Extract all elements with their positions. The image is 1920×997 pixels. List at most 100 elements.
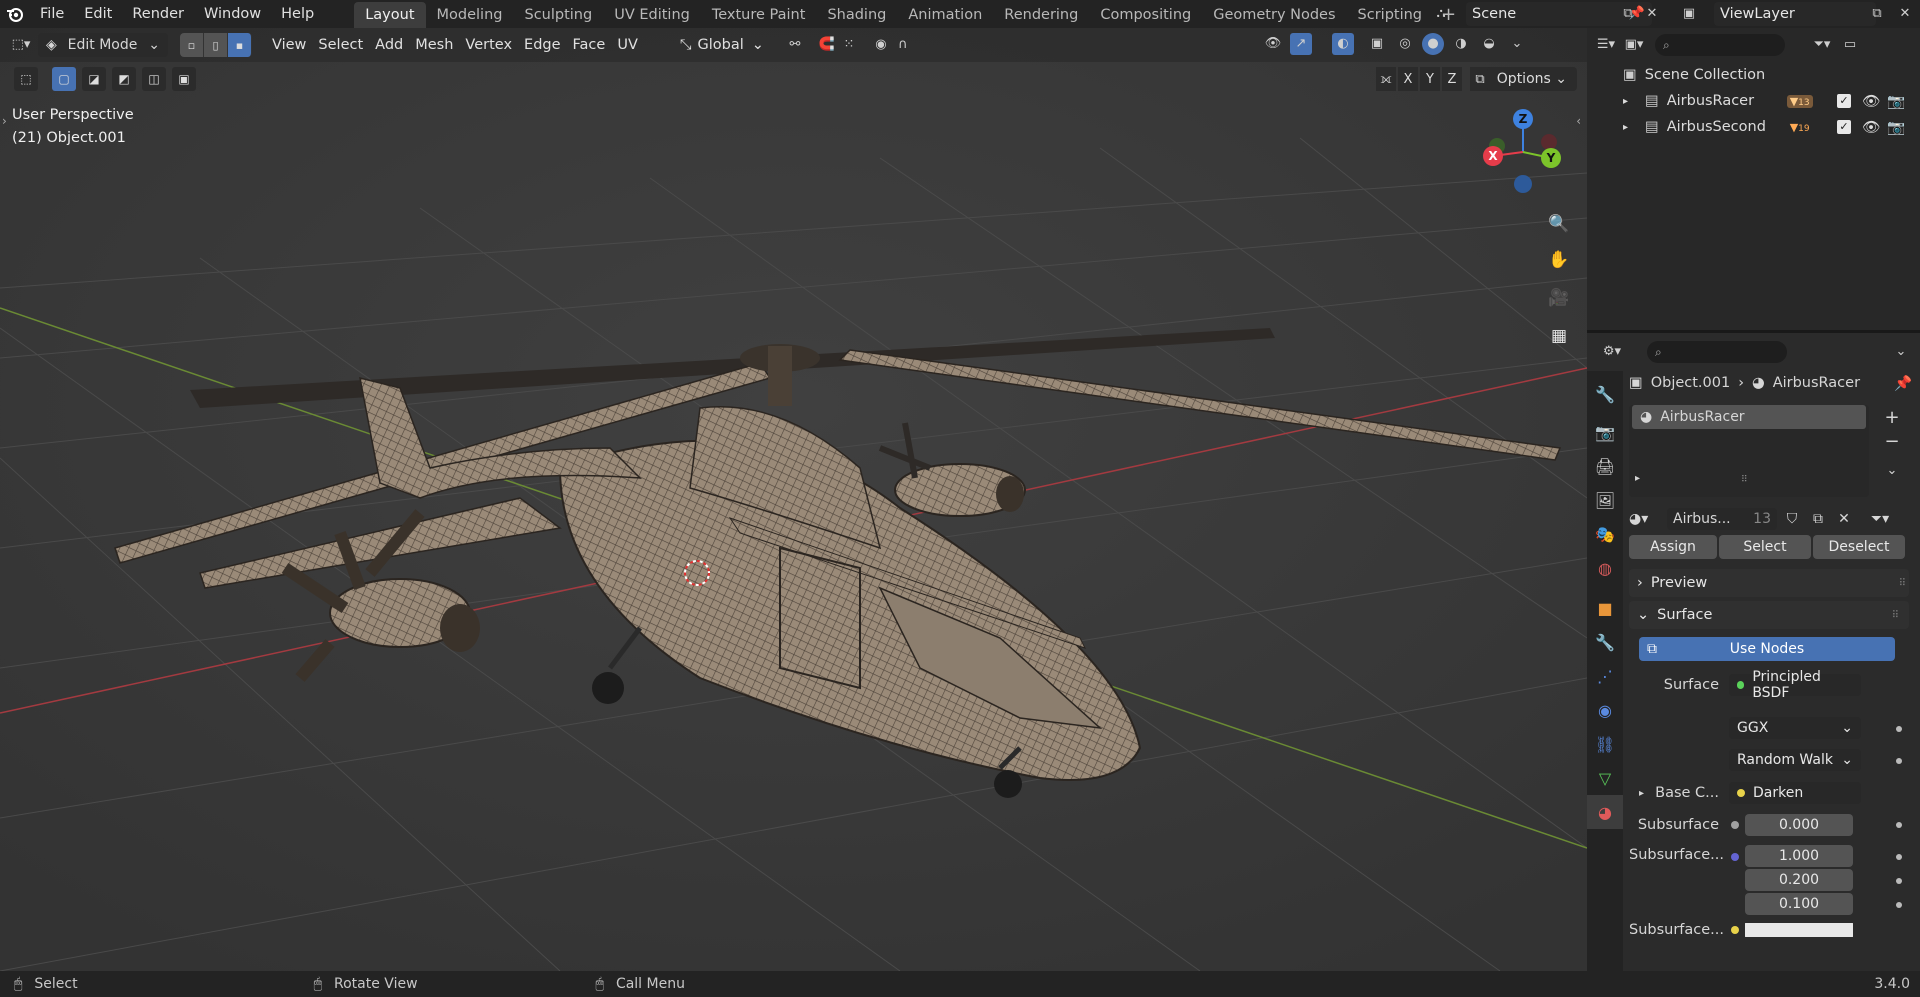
particles-tab-icon[interactable]: ⋰ bbox=[1587, 659, 1623, 693]
keyframe-dot-icon[interactable] bbox=[1896, 878, 1902, 884]
pivot-icon[interactable]: ⚯ bbox=[784, 34, 806, 56]
material-slot-item[interactable]: ◕ AirbusRacer bbox=[1632, 405, 1866, 429]
data-tab-icon[interactable]: ▽ bbox=[1587, 761, 1623, 795]
keyframe-dot-icon[interactable] bbox=[1896, 726, 1902, 732]
keyframe-dot-icon[interactable] bbox=[1896, 758, 1902, 764]
zoom-icon[interactable]: 🔍 bbox=[1543, 208, 1575, 240]
material-tab-icon[interactable]: ◕ bbox=[1587, 795, 1623, 829]
tab-uv-editing[interactable]: UV Editing bbox=[603, 2, 701, 28]
select-box-new-icon[interactable]: ▢ bbox=[52, 67, 76, 91]
chevron-down-icon[interactable]: ⌄ bbox=[1506, 33, 1528, 55]
editor-type-icon[interactable]: ⚙▾ bbox=[1601, 341, 1623, 363]
tab-animation[interactable]: Animation bbox=[897, 2, 993, 28]
expand-arrow-icon[interactable]: ▸ bbox=[1635, 473, 1640, 484]
eye-icon[interactable]: 👁 bbox=[1862, 93, 1880, 110]
wireframe-shading-icon[interactable]: ◎ bbox=[1394, 33, 1416, 55]
menu-face[interactable]: Face bbox=[567, 33, 612, 57]
delete-scene-icon[interactable]: ✕ bbox=[1641, 3, 1663, 25]
keyframe-dot-icon[interactable] bbox=[1896, 902, 1902, 908]
menu-file[interactable]: File bbox=[30, 0, 74, 28]
camera-view-icon[interactable]: 🎥 bbox=[1543, 282, 1575, 314]
editor-type-icon[interactable]: ⬚▾ bbox=[10, 34, 32, 56]
snap-icon[interactable]: 🧲 bbox=[816, 34, 838, 56]
material-shading-icon[interactable]: ◑ bbox=[1450, 33, 1472, 55]
scene-type-icon[interactable]: ⛬ bbox=[1430, 3, 1452, 25]
radius-y-field[interactable]: 0.200 bbox=[1745, 869, 1853, 891]
view-layer-icon[interactable]: ▣ bbox=[1678, 3, 1700, 25]
slot-add-button[interactable]: + bbox=[1881, 407, 1903, 429]
edge-select-icon[interactable]: ▯ bbox=[204, 33, 228, 57]
keyframe-dot-icon[interactable] bbox=[1896, 854, 1902, 860]
unlink-material-icon[interactable]: ✕ bbox=[1833, 511, 1855, 527]
select-button[interactable]: Select bbox=[1719, 535, 1811, 559]
select-box-intersect-icon[interactable]: ▣ bbox=[172, 67, 196, 91]
navigation-gizmo[interactable]: Z X Y bbox=[1473, 102, 1573, 212]
modifier-tab-icon[interactable]: 🔧 bbox=[1587, 625, 1623, 659]
menu-help[interactable]: Help bbox=[271, 0, 324, 28]
preview-panel-header[interactable]: › Preview ⠿ bbox=[1629, 569, 1909, 597]
duplicate-material-icon[interactable]: ⧉ bbox=[1807, 511, 1829, 527]
keyframe-dot-icon[interactable] bbox=[1896, 822, 1902, 828]
tab-texture-paint[interactable]: Texture Paint bbox=[701, 2, 817, 28]
expand-arrow-icon[interactable]: ▸ bbox=[1639, 788, 1655, 799]
vertex-select-icon[interactable]: ▫ bbox=[180, 33, 204, 57]
expand-arrow-icon[interactable]: ▸ bbox=[1623, 122, 1639, 133]
menu-add[interactable]: Add bbox=[369, 33, 409, 57]
view-layer-selector[interactable]: ViewLayer bbox=[1714, 2, 1876, 26]
mode-selector[interactable]: ◈ Edit Mode ⌄ bbox=[38, 33, 168, 57]
tab-scripting[interactable]: Scripting bbox=[1347, 2, 1433, 28]
scene-tab-icon[interactable]: 🎭 bbox=[1587, 517, 1623, 551]
face-select-icon[interactable]: ▪ bbox=[228, 33, 252, 57]
gizmo-toggle-icon[interactable]: ↗ bbox=[1290, 33, 1312, 55]
proportional-edit-icon[interactable]: ◉ bbox=[870, 34, 892, 56]
menu-uv[interactable]: UV bbox=[611, 33, 644, 57]
new-scene-icon[interactable]: ⧉ bbox=[1617, 3, 1639, 25]
subsurface-field[interactable]: 0.000 bbox=[1745, 814, 1853, 836]
blender-logo-icon[interactable] bbox=[0, 0, 30, 28]
assign-button[interactable]: Assign bbox=[1629, 535, 1717, 559]
radius-x-field[interactable]: 1.000 bbox=[1745, 845, 1853, 867]
camera-render-icon[interactable]: 📷 bbox=[1887, 93, 1905, 110]
3d-viewport[interactable]: ⬚▾ ◈ Edit Mode ⌄ ▫ ▯ ▪ View Select Add M… bbox=[0, 28, 1587, 971]
properties-search-input[interactable]: ⌕ bbox=[1647, 341, 1787, 363]
radius-z-field[interactable]: 0.100 bbox=[1745, 893, 1853, 915]
falloff-icon[interactable]: ∩ bbox=[892, 34, 914, 56]
options-dropdown[interactable]: Options ⌄ bbox=[1486, 67, 1577, 91]
mirror-toggle-icon[interactable]: ⟗ bbox=[1376, 67, 1396, 91]
output-tab-icon[interactable]: 🖨 bbox=[1587, 449, 1623, 483]
axis-z-toggle[interactable]: Z bbox=[1442, 67, 1462, 91]
drag-handle-icon[interactable]: ⠿ bbox=[1892, 610, 1899, 621]
overlay-toggle-icon[interactable]: ◐ bbox=[1332, 33, 1354, 55]
distribution-dropdown[interactable]: GGX ⌄ bbox=[1729, 717, 1861, 739]
filter-icon[interactable]: ⏷▾ bbox=[1811, 34, 1833, 56]
outliner-search-input[interactable]: ⌕ bbox=[1655, 34, 1785, 56]
tab-modeling[interactable]: Modeling bbox=[426, 2, 514, 28]
new-view-layer-icon[interactable]: ⧉ bbox=[1866, 3, 1888, 25]
tab-rendering[interactable]: Rendering bbox=[993, 2, 1089, 28]
fake-user-icon[interactable]: ⛉ bbox=[1781, 511, 1803, 527]
world-tab-icon[interactable]: ◍ bbox=[1587, 551, 1623, 585]
select-box-invert-icon[interactable]: ◫ bbox=[142, 67, 166, 91]
tab-geometry-nodes[interactable]: Geometry Nodes bbox=[1202, 2, 1346, 28]
axis-y-toggle[interactable]: Y bbox=[1420, 67, 1440, 91]
tab-layout[interactable]: Layout bbox=[354, 2, 426, 28]
solid-shading-icon[interactable]: ● bbox=[1422, 33, 1444, 55]
xray-icon[interactable]: ▣ bbox=[1366, 33, 1388, 55]
constraints-tab-icon[interactable]: ⛓ bbox=[1587, 727, 1623, 761]
sidebar-toggle-icon[interactable]: ‹ bbox=[1576, 114, 1581, 128]
menu-mesh[interactable]: Mesh bbox=[409, 33, 459, 57]
menu-select[interactable]: Select bbox=[312, 33, 369, 57]
exclude-checkbox[interactable]: ✓ bbox=[1837, 94, 1851, 108]
use-nodes-button[interactable]: ⧉ Use Nodes bbox=[1639, 637, 1895, 661]
menu-edge[interactable]: Edge bbox=[518, 33, 567, 57]
menu-view[interactable]: View bbox=[266, 33, 312, 57]
chevron-down-icon[interactable]: ⌄ bbox=[1890, 341, 1912, 363]
axis-x-toggle[interactable]: X bbox=[1398, 67, 1418, 91]
resize-handle-icon[interactable]: ⠿ bbox=[1741, 475, 1748, 485]
link-dropdown-icon[interactable]: ⏷▾ bbox=[1865, 511, 1895, 527]
material-name-field[interactable]: Airbus... 13 bbox=[1667, 508, 1777, 530]
surface-shader-field[interactable]: Principled BSDF bbox=[1729, 669, 1861, 701]
base-color-field[interactable]: Darken bbox=[1729, 782, 1861, 804]
deselect-button[interactable]: Deselect bbox=[1813, 535, 1905, 559]
delete-view-layer-icon[interactable]: ✕ bbox=[1894, 3, 1916, 25]
